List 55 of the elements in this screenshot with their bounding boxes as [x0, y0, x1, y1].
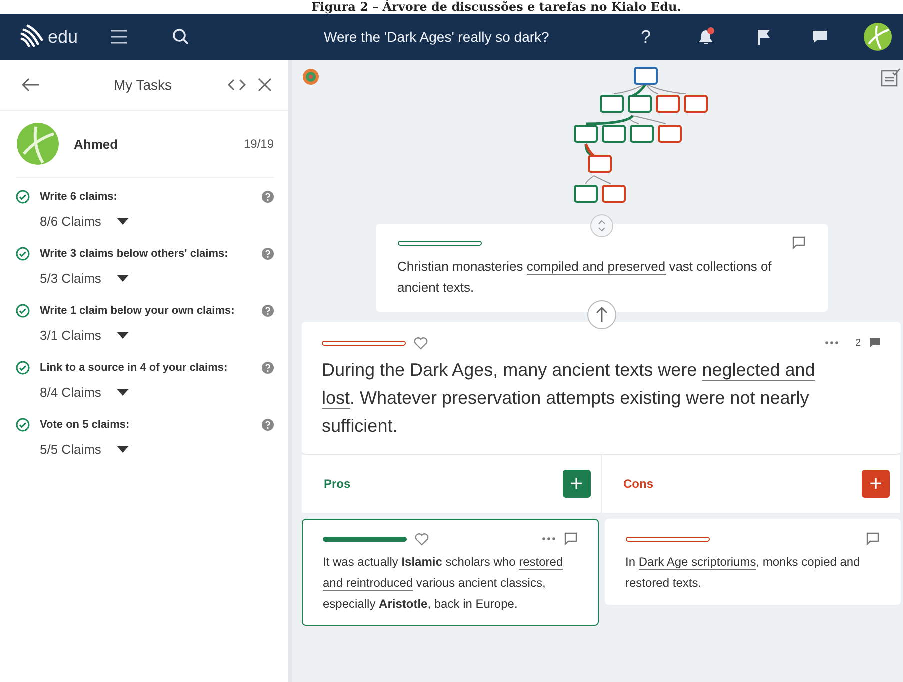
claims-dropdown[interactable]: 8/4 Claims: [16, 379, 130, 408]
user-name: Ahmed: [74, 136, 120, 152]
column-label: Pros: [324, 477, 351, 491]
claims-dropdown[interactable]: 5/3 Claims: [16, 265, 130, 294]
more-icon[interactable]: [542, 537, 556, 541]
discussion-title: Were the 'Dark Ages' really so dark?: [324, 29, 550, 45]
claim-text: In Dark Age scriptoriums, monks copied and restored texts.: [626, 554, 862, 592]
claim-card[interactable]: It was actually Islamic scholars who restored and reintroduced various ancient classics, especially Aristotle, back in Europe.: [302, 519, 598, 626]
claims-dropdown[interactable]: 5/5 Claims: [16, 436, 130, 465]
logo-icon: [18, 24, 44, 50]
help-icon[interactable]: [262, 362, 274, 374]
column-label: Cons: [624, 477, 654, 491]
claims-dropdown[interactable]: 8/6 Claims: [16, 208, 130, 237]
comment-icon[interactable]: [792, 236, 806, 250]
help-icon[interactable]: [262, 248, 274, 260]
help-button[interactable]: ?: [631, 22, 661, 52]
add-pro-button[interactable]: +: [562, 470, 590, 498]
task-title: Write 1 claim below your own claims:: [40, 305, 236, 317]
avatar-icon[interactable]: [863, 22, 893, 52]
caret-icon[interactable]: [117, 218, 130, 226]
close-icon[interactable]: [258, 78, 272, 92]
help-icon[interactable]: [262, 305, 274, 317]
figure-caption: Figura 2 – Árvore de discussões e tarefas no Kialo Edu.: [310, 0, 682, 14]
task-title: Write 3 claims below others' claims:: [40, 248, 230, 260]
comment-icon[interactable]: [564, 532, 578, 546]
help-icon[interactable]: [262, 419, 274, 431]
comment-icon[interactable]: [869, 337, 881, 349]
add-con-button[interactable]: +: [862, 470, 890, 498]
task-list-icon[interactable]: [881, 68, 901, 88]
more-icon[interactable]: [825, 341, 840, 345]
panel-title: My Tasks: [112, 77, 174, 93]
caret-icon[interactable]: [117, 332, 130, 340]
heart-icon[interactable]: [414, 336, 428, 350]
claim-card[interactable]: In Dark Age scriptoriums, monks copied and restored texts.: [604, 519, 901, 605]
caret-icon[interactable]: [117, 388, 130, 396]
claim-text: Christian monasteries compiled and preserved vast collections of ancient texts.: [398, 258, 773, 297]
claim-text: It was actually Islamic scholars who restored and reintroduced various ancient classics, especially Aristotle, back in Europe.: [323, 554, 564, 613]
logo-text: edu: [48, 26, 78, 48]
comment-count: 2: [855, 338, 861, 348]
claim-text: During the Dark Ages, many ancient texts were neglected and lost. Whatever preservation attempts existing were not nearly sufficient.: [322, 359, 816, 438]
parent-claim-card[interactable]: Christian monasteries compiled and preserved vast collections of ancient texts.: [376, 224, 828, 312]
back-arrow-icon[interactable]: [22, 78, 40, 92]
badge-icon[interactable]: [302, 68, 320, 86]
score: 19/19: [244, 137, 274, 151]
task-title: Vote on 5 claims:: [40, 419, 131, 431]
task-title: Link to a source in 4 of your claims:: [40, 362, 229, 374]
avatar-icon: [16, 122, 60, 166]
claims-dropdown[interactable]: 3/1 Claims: [16, 322, 130, 351]
caret-icon[interactable]: [117, 446, 130, 454]
code-icon[interactable]: [226, 78, 248, 92]
help-icon[interactable]: [262, 191, 274, 203]
heart-icon[interactable]: [415, 532, 429, 546]
caret-icon[interactable]: [117, 274, 130, 282]
comment-icon[interactable]: [866, 532, 880, 546]
task-title: Write 6 claims:: [40, 191, 118, 203]
